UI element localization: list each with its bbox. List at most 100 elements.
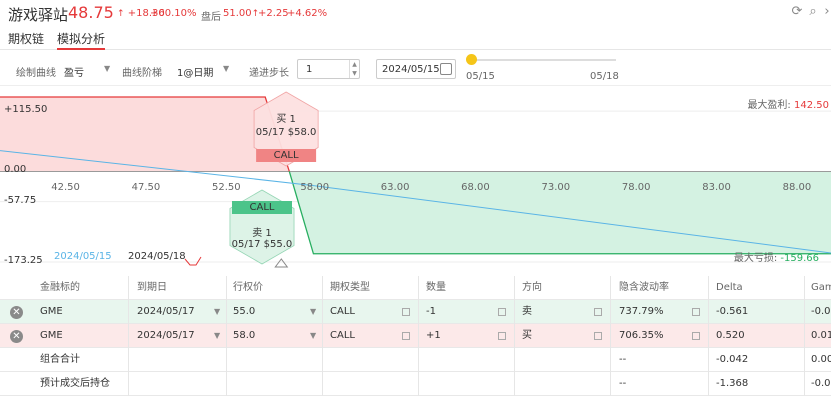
cell-qty[interactable]: +1 bbox=[426, 324, 441, 348]
slider-start-label: 05/15 bbox=[466, 71, 495, 82]
date-value: 2024/05/15 bbox=[382, 64, 440, 75]
buy-side-label: 买 1 bbox=[276, 114, 296, 125]
table-row[interactable]: ✕ GME 2024/05/17 ▼ 58.0 ▼ CALL +1 买 706.… bbox=[0, 324, 831, 348]
summary-label: 预计成交后持仓 bbox=[40, 378, 110, 389]
stock-name: 游戏驿站 bbox=[8, 6, 69, 24]
after-hours-label: 盘后 bbox=[201, 12, 221, 23]
table-row[interactable]: ✕ GME 2024/05/17 ▼ 55.0 ▼ CALL -1 卖 737.… bbox=[0, 300, 831, 324]
date-slider-knob[interactable] bbox=[466, 54, 477, 65]
summary-gamma: 0.00 bbox=[811, 354, 831, 365]
summary-row: 组合合计 -- -0.042 0.00 bbox=[0, 348, 831, 372]
header-cell: Delta bbox=[716, 282, 743, 293]
header-cell: 数量 bbox=[426, 282, 446, 293]
edit-icon[interactable] bbox=[498, 332, 506, 340]
cell-side[interactable]: 买 bbox=[522, 324, 532, 348]
x-tick-label: 88.00 bbox=[782, 182, 812, 193]
tab-option-chain[interactable]: 期权链 bbox=[8, 30, 44, 50]
curve-label: 绘制曲线 bbox=[16, 68, 56, 79]
curve-select[interactable]: 盈亏 bbox=[64, 64, 84, 79]
edit-icon[interactable] bbox=[402, 332, 410, 340]
max-loss: 最大亏损: -159.66 bbox=[733, 253, 819, 264]
step-stepper[interactable]: 1 ▲ ▼ bbox=[297, 59, 360, 79]
header-cell: 行权价 bbox=[233, 282, 263, 293]
summary-row: 预计成交后持仓 -- -1.368 -0.0 bbox=[0, 372, 831, 396]
cell-iv[interactable]: 737.79% bbox=[619, 300, 664, 324]
x-tick-label: 42.50 bbox=[51, 182, 80, 193]
edit-icon[interactable] bbox=[692, 308, 700, 316]
x-tick-label: 68.00 bbox=[461, 182, 490, 193]
chevron-down-icon[interactable]: ▼ bbox=[310, 300, 316, 324]
remove-icon[interactable]: ✕ bbox=[10, 306, 23, 319]
edit-icon[interactable] bbox=[594, 332, 602, 340]
cell-expiry[interactable]: 2024/05/17 bbox=[137, 300, 195, 324]
x-tick-label: 73.00 bbox=[541, 182, 571, 193]
date-slider-track[interactable] bbox=[470, 59, 616, 61]
remove-icon[interactable]: ✕ bbox=[10, 330, 23, 343]
header-cell: 方向 bbox=[522, 282, 542, 293]
step-label: 递进步长 bbox=[249, 68, 289, 79]
header-cell: 期权类型 bbox=[330, 282, 370, 293]
cell-delta: 0.520 bbox=[716, 330, 745, 341]
header-cell: 隐含波动率 bbox=[619, 282, 669, 293]
legend-today: 2024/05/15 bbox=[54, 251, 112, 262]
chevron-down-icon[interactable]: ▼ bbox=[223, 64, 229, 73]
cell-expiry[interactable]: 2024/05/17 bbox=[137, 324, 195, 348]
cell-side[interactable]: 卖 bbox=[522, 300, 532, 324]
cell-type[interactable]: CALL bbox=[330, 300, 355, 324]
after-hours-change: +2.25 bbox=[258, 8, 289, 19]
cell-gamma: -0.0 bbox=[811, 306, 831, 317]
y-tick-label: 0.00 bbox=[4, 164, 27, 176]
cell-type[interactable]: CALL bbox=[330, 324, 355, 348]
header-cell: Gam bbox=[811, 282, 831, 293]
chevron-down-icon[interactable]: ▼ bbox=[214, 300, 220, 324]
edit-icon[interactable] bbox=[402, 308, 410, 316]
up-arrow-icon: ↑ bbox=[117, 9, 125, 19]
table-header: 金融标的 到期日 行权价 期权类型 数量 方向 隐含波动率 Delta Gam bbox=[0, 276, 831, 300]
sell-side-label: 卖 1 bbox=[252, 228, 272, 239]
collapse-icon[interactable]: › bbox=[819, 4, 831, 20]
edit-icon[interactable] bbox=[594, 308, 602, 316]
y-tick-label: +115.50 bbox=[4, 104, 48, 116]
cell-delta: -0.561 bbox=[716, 306, 749, 317]
edit-icon[interactable] bbox=[692, 332, 700, 340]
summary-delta: -1.368 bbox=[716, 378, 749, 389]
control-bar: 绘制曲线 盈亏 ▼ 曲线阶梯 1@日期 ▼ 递进步长 1 ▲ ▼ 2024/05/… bbox=[0, 50, 831, 86]
summary-label: 组合合计 bbox=[40, 354, 80, 365]
last-price: 48.75 bbox=[68, 3, 114, 22]
max-profit: 最大盈利: 142.50 bbox=[747, 100, 829, 111]
cell-strike[interactable]: 55.0 bbox=[233, 300, 255, 324]
date-input[interactable]: 2024/05/15 bbox=[376, 59, 456, 79]
header-cell: 到期日 bbox=[137, 282, 167, 293]
quote-header: 游戏驿站 48.75 ↑ +18.30 +60.10% 盘后 51.00↑ +2… bbox=[0, 0, 831, 26]
summary-delta: -0.042 bbox=[716, 354, 749, 365]
calendar-icon[interactable] bbox=[440, 63, 452, 75]
cell-gamma: 0.01 bbox=[811, 330, 831, 341]
cell-symbol: GME bbox=[40, 330, 63, 341]
x-tick-label: 47.50 bbox=[131, 182, 161, 193]
buy-contract-label: 05/17 $58.0 bbox=[255, 127, 317, 138]
after-hours-price: 51.00↑ bbox=[223, 8, 260, 19]
chevron-down-icon[interactable]: ▼ bbox=[214, 324, 220, 348]
y-tick-label: -173.25 bbox=[4, 255, 43, 266]
tab-simulation[interactable]: 模拟分析 bbox=[57, 30, 106, 50]
after-hours-percent: +4.62% bbox=[287, 8, 328, 19]
positions-table: 金融标的 到期日 行权价 期权类型 数量 方向 隐含波动率 Delta Gam … bbox=[0, 276, 831, 404]
x-tick-label: 63.00 bbox=[380, 182, 410, 193]
legend-expiry-swatch bbox=[184, 256, 202, 266]
ladder-label: 曲线阶梯 bbox=[122, 68, 162, 79]
ladder-select[interactable]: 1@日期 bbox=[177, 64, 213, 79]
cell-symbol: GME bbox=[40, 306, 63, 317]
cell-qty[interactable]: -1 bbox=[426, 300, 436, 324]
chevron-down-icon[interactable]: ▼ bbox=[104, 64, 110, 73]
refresh-icon[interactable]: ⟳ bbox=[789, 4, 805, 20]
cell-strike[interactable]: 58.0 bbox=[233, 324, 255, 348]
cell-iv[interactable]: 706.35% bbox=[619, 324, 664, 348]
header-cell: 金融标的 bbox=[40, 282, 80, 293]
price-marker-icon bbox=[274, 258, 289, 268]
slider-end-label: 05/18 bbox=[590, 71, 619, 82]
spinner-icon[interactable]: ▲ ▼ bbox=[349, 60, 359, 78]
chevron-down-icon[interactable]: ▼ bbox=[310, 324, 316, 348]
sell-type-label: CALL bbox=[249, 202, 275, 213]
payoff-chart[interactable]: +115.50 0.00 -57.75 -173.25 42.50 47.50 52.50… bbox=[0, 87, 831, 276]
edit-icon[interactable] bbox=[498, 308, 506, 316]
